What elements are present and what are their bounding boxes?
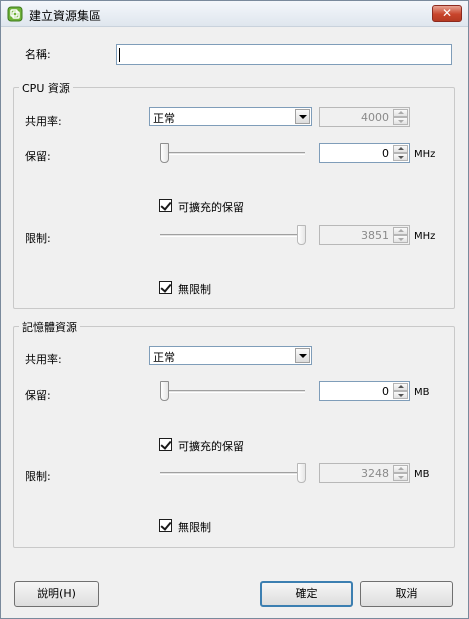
memory-unlimited-label: 無限制: [178, 521, 211, 534]
memory-reservation-slider[interactable]: [160, 381, 305, 403]
memory-reservation-unit: MB: [414, 387, 430, 398]
cancel-button[interactable]: 取消: [360, 581, 453, 607]
text-caret: [119, 48, 120, 62]
memory-limit-slider[interactable]: [160, 463, 306, 485]
window-title: 建立資源集區: [29, 9, 102, 23]
slider-track: [160, 234, 305, 237]
spin-down-icon[interactable]: [393, 235, 408, 243]
spin-up-icon[interactable]: [393, 109, 408, 117]
cpu-shares-label: 共用率:: [25, 115, 62, 128]
help-button[interactable]: 說明(H): [14, 581, 99, 607]
memory-reservation-label: 保留:: [25, 389, 51, 402]
title-bar[interactable]: 建立資源集區 ✕: [1, 1, 468, 27]
spin-up-icon[interactable]: [393, 465, 408, 473]
resource-pool-icon: [7, 6, 23, 22]
cpu-reservation-field[interactable]: 0: [319, 143, 410, 163]
cpu-expandable-label: 可擴充的保留: [178, 201, 244, 214]
cpu-shares-selected: 正常: [153, 112, 175, 125]
memory-shares-selected: 正常: [153, 351, 175, 364]
spin-up-icon[interactable]: [393, 383, 408, 391]
spin-up-icon[interactable]: [393, 227, 408, 235]
cpu-reservation-unit: MHz: [414, 149, 436, 160]
cpu-reservation-label: 保留:: [25, 150, 51, 163]
memory-reservation-value: 0: [382, 385, 389, 398]
cpu-limit-value: 3851: [361, 229, 389, 242]
slider-thumb[interactable]: [297, 225, 306, 245]
slider-track: [160, 152, 305, 155]
memory-shares-label: 共用率:: [25, 353, 62, 366]
memory-reservation-field[interactable]: 0: [319, 381, 410, 401]
memory-expandable-label: 可擴充的保留: [178, 440, 244, 453]
name-input[interactable]: [116, 44, 452, 65]
slider-thumb[interactable]: [297, 463, 306, 483]
chevron-down-icon[interactable]: [295, 348, 310, 363]
memory-limit-label: 限制:: [25, 470, 51, 483]
cpu-unlimited-checkbox[interactable]: [159, 281, 172, 294]
spin-up-icon[interactable]: [393, 145, 408, 153]
memory-expandable-checkbox[interactable]: [159, 438, 172, 451]
memory-limit-unit: MB: [414, 469, 430, 480]
slider-thumb[interactable]: [160, 381, 169, 401]
cpu-shares-value: 4000: [361, 111, 389, 124]
memory-unlimited-checkbox[interactable]: [159, 519, 172, 532]
spin-down-icon[interactable]: [393, 473, 408, 481]
cpu-limit-label: 限制:: [25, 232, 51, 245]
spin-down-icon[interactable]: [393, 117, 408, 125]
memory-limit-value: 3248: [361, 467, 389, 480]
cpu-limit-unit: MHz: [414, 231, 436, 242]
slider-thumb[interactable]: [160, 143, 169, 163]
slider-track: [160, 390, 305, 393]
cpu-shares-dropdown[interactable]: 正常: [149, 107, 312, 126]
chevron-down-icon[interactable]: [295, 109, 310, 124]
cpu-expandable-checkbox[interactable]: [159, 199, 172, 212]
ok-button[interactable]: 確定: [260, 581, 353, 607]
cpu-shares-value-field[interactable]: 4000: [319, 107, 410, 127]
cpu-limit-slider[interactable]: [160, 225, 306, 247]
cpu-reservation-value: 0: [382, 147, 389, 160]
close-button[interactable]: ✕: [432, 5, 462, 22]
dialog-window: 建立資源集區 ✕ 名稱: CPU 資源 共用率: 正常 4000 保留: 0 M…: [0, 0, 469, 619]
slider-track: [160, 472, 305, 475]
cpu-limit-field[interactable]: 3851: [319, 225, 410, 245]
memory-limit-field[interactable]: 3248: [319, 463, 410, 483]
spin-down-icon[interactable]: [393, 153, 408, 161]
memory-group-title: 記憶體資源: [19, 319, 80, 335]
cpu-reservation-slider[interactable]: [160, 143, 305, 165]
spin-down-icon[interactable]: [393, 391, 408, 399]
close-icon: ✕: [441, 6, 453, 20]
cpu-unlimited-label: 無限制: [178, 283, 211, 296]
cpu-group-title: CPU 資源: [19, 80, 73, 96]
name-label: 名稱:: [25, 48, 51, 61]
memory-shares-dropdown[interactable]: 正常: [149, 346, 312, 365]
